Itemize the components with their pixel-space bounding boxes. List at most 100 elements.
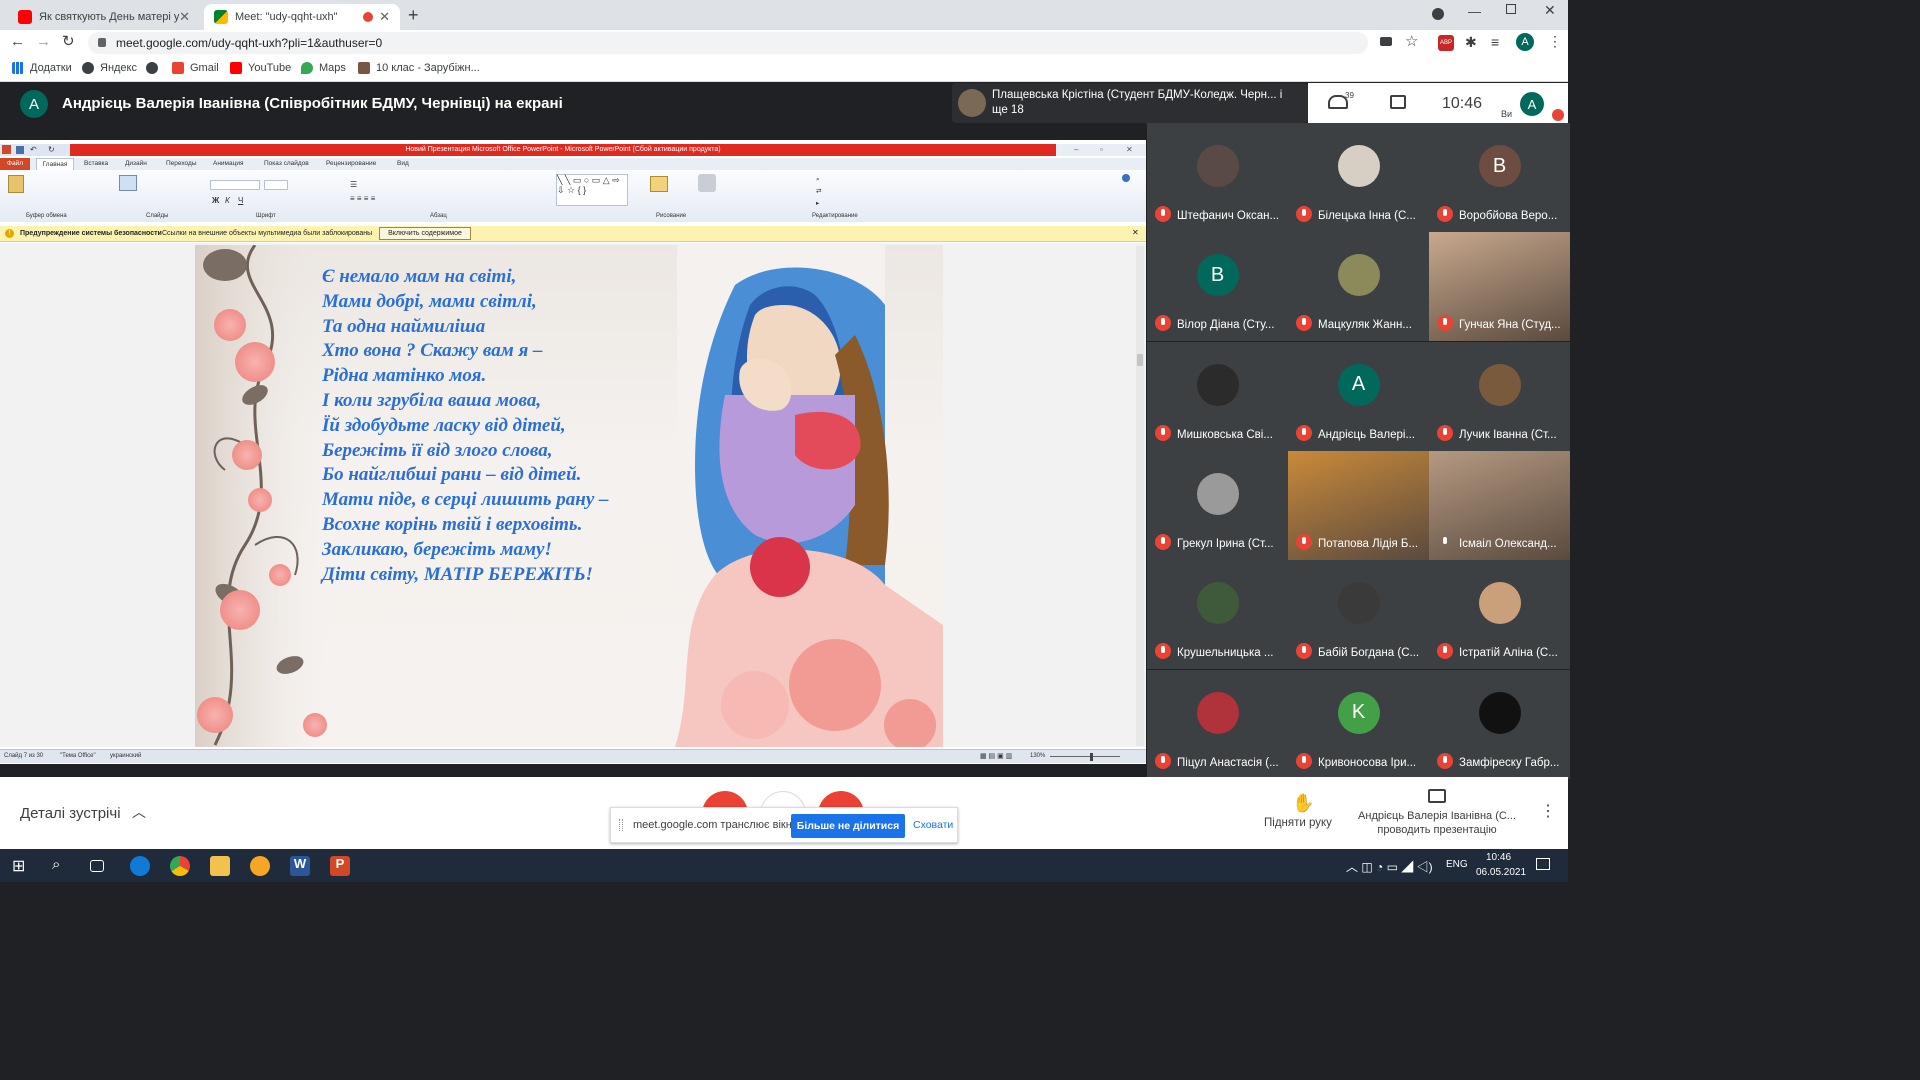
participant-tile[interactable]: B Воробйова Веро... (1429, 123, 1570, 232)
shapes-gallery[interactable]: ╲ ╲ ▭ ○ ▭ △ ⇨ ⇩ ☆ { } (556, 174, 628, 206)
font-size-select[interactable] (264, 180, 288, 190)
view-buttons[interactable]: ▦ ▤ ▣ ▥ (980, 752, 1012, 760)
tab-design[interactable]: Дизайн (125, 160, 147, 167)
tab-animation[interactable]: Анимация (213, 160, 244, 167)
participant-tile[interactable]: Мацкуляк Жанн... (1288, 232, 1429, 342)
more-options-icon[interactable]: ⋮ (1540, 801, 1556, 821)
slide-scrollbar[interactable] (1136, 246, 1144, 746)
participant-tile[interactable]: Потапова Лідія Б... (1288, 450, 1429, 560)
windows-start-icon[interactable]: ⊞ (12, 856, 32, 876)
participant-tile[interactable]: Ісмаіл Олександ... (1429, 450, 1570, 560)
save-icon[interactable] (16, 146, 24, 154)
meeting-details-button[interactable]: Деталі зустрічі (20, 805, 121, 822)
new-tab-icon[interactable]: + (408, 5, 419, 26)
taskbar-date[interactable]: 06.05.2021 (1476, 867, 1526, 878)
taskbar-time[interactable]: 10:46 (1486, 852, 1511, 863)
paste-icon[interactable] (8, 175, 24, 193)
help-icon[interactable] (1122, 174, 1130, 182)
word-icon[interactable]: W (290, 856, 310, 876)
hide-button[interactable]: Сховати (913, 819, 953, 831)
participant-tile[interactable]: Штефанич Оксан... (1147, 123, 1288, 232)
menu-icon[interactable]: ⋮ (1548, 33, 1562, 50)
redo-icon[interactable]: ↻ (48, 145, 55, 154)
tab-youtube-article[interactable]: Як святкують День матері у різ ✕ (8, 4, 200, 30)
tab-file[interactable]: Файл (0, 158, 30, 170)
hand-icon[interactable]: ✋ (1292, 793, 1314, 814)
file-explorer-icon[interactable] (210, 856, 230, 876)
bold-icon[interactable]: Ж (212, 196, 219, 205)
align-icon[interactable]: ≡ ≡ ≡ ≡ (350, 194, 375, 203)
bookmark-yandex[interactable]: Яндекс (82, 62, 137, 74)
zoom-thumb[interactable] (1090, 753, 1093, 761)
bookmark-apps[interactable]: Додатки (12, 62, 72, 74)
participant-tile[interactable]: Піцул Анастасія (... (1147, 669, 1288, 779)
close-icon[interactable]: ✕ (379, 9, 390, 25)
participant-tile[interactable]: Замфіреску Габр... (1429, 669, 1570, 779)
reload-icon[interactable]: ↻ (62, 32, 75, 50)
forward-icon[interactable]: → (36, 33, 51, 50)
italic-icon[interactable]: К (225, 196, 230, 205)
participant-tile[interactable]: K Кривоносова Іри... (1288, 669, 1429, 779)
edge-icon[interactable] (130, 856, 150, 876)
chrome-icon[interactable] (170, 856, 190, 876)
tab-home[interactable]: Главная (36, 158, 74, 170)
bullets-icon[interactable]: ☰ (350, 180, 357, 189)
participant-tile[interactable]: Грекул Ірина (Ст... (1147, 450, 1288, 560)
tray-icons[interactable]: ︿ ◫ ◔ ▭ ◢ ◁) (1346, 858, 1433, 875)
participant-tile[interactable]: Гунчак Яна (Студ... (1429, 232, 1570, 342)
participant-tile[interactable]: Бабій Богдана (С... (1288, 560, 1429, 670)
star-icon[interactable]: ☆ (1405, 32, 1418, 50)
chevron-up-icon[interactable]: ︿ (132, 802, 146, 822)
stop-sharing-button[interactable]: Більше не ділитися (791, 814, 905, 838)
find-replace-group[interactable]: ⌕ ⇄ ▸ (816, 174, 821, 210)
scroll-thumb[interactable] (1137, 354, 1143, 366)
participant-tile[interactable]: Білецька Інна (С... (1288, 123, 1429, 232)
underline-icon[interactable]: Ч (238, 196, 243, 205)
raise-hand-button[interactable]: Підняти руку (1264, 817, 1332, 829)
notifications-icon[interactable] (1536, 858, 1550, 870)
close-icon[interactable]: ✕ (1126, 145, 1133, 154)
chat-icon[interactable] (1390, 95, 1406, 109)
enable-content-button[interactable]: Включить содержимое (379, 227, 471, 240)
maximize-icon[interactable] (1506, 4, 1516, 14)
tab-slideshow[interactable]: Показ слайдов (264, 160, 309, 167)
tab-search-icon[interactable] (1432, 8, 1444, 20)
participant-tile[interactable]: Лучик Іванна (Ст... (1429, 341, 1570, 451)
bookmark-class[interactable]: 10 клас - Зарубіжн... (358, 62, 480, 74)
participant-tile[interactable]: B Вілор Діана (Сту... (1147, 232, 1288, 342)
pinned-participants[interactable]: Плащевська Крістіна (Студент БДМУ-Коледж… (952, 83, 1308, 123)
participant-tile[interactable]: Крушельницька ... (1147, 560, 1288, 670)
minimize-icon[interactable]: – (1074, 145, 1078, 154)
tab-review[interactable]: Рецензирование (326, 160, 376, 167)
bookmark-gmail[interactable]: Gmail (172, 62, 219, 74)
font-name-select[interactable] (210, 180, 260, 190)
participant-tile[interactable]: A Андрієць Валері... (1288, 341, 1429, 451)
tab-view[interactable]: Вид (397, 160, 409, 167)
powerpoint-icon[interactable]: P (330, 856, 350, 876)
adblock-icon[interactable]: ABP (1438, 35, 1454, 51)
arrange-icon[interactable] (650, 176, 668, 192)
maximize-icon[interactable]: ▫ (1100, 145, 1103, 154)
search-icon[interactable]: ⌕ (52, 856, 72, 876)
undo-icon[interactable]: ↶ (30, 145, 37, 154)
app-icon[interactable] (250, 856, 270, 876)
participant-tile[interactable]: Мишковська Сві... (1147, 341, 1288, 451)
present-icon[interactable] (1428, 789, 1446, 803)
tab-insert[interactable]: Вставка (84, 160, 108, 167)
bookmark-youtube[interactable]: YouTube (230, 62, 291, 74)
language-indicator[interactable]: ENG (1446, 859, 1468, 870)
minimize-icon[interactable]: — (1468, 4, 1481, 19)
bookmark-maps[interactable]: Maps (301, 62, 346, 74)
drag-handle-icon[interactable] (619, 819, 623, 831)
presenting-label[interactable]: Андрієць Валерія Іванівна (С... проводит… (1358, 809, 1516, 837)
close-window-icon[interactable]: ✕ (1544, 2, 1556, 19)
zoom-slider[interactable] (1050, 756, 1120, 757)
close-icon[interactable]: ✕ (1132, 228, 1139, 237)
task-view-icon[interactable] (90, 860, 104, 872)
profile-avatar[interactable]: A (1516, 33, 1534, 51)
tab-meet[interactable]: Meet: "udy-qqht-uxh" ✕ (204, 4, 400, 30)
address-bar[interactable]: meet.google.com/udy-qqht-uxh?pli=1&authu… (88, 32, 1368, 54)
close-icon[interactable]: ✕ (179, 9, 190, 25)
new-slide-icon[interactable] (119, 175, 137, 191)
bookmark-globe[interactable] (146, 62, 164, 74)
